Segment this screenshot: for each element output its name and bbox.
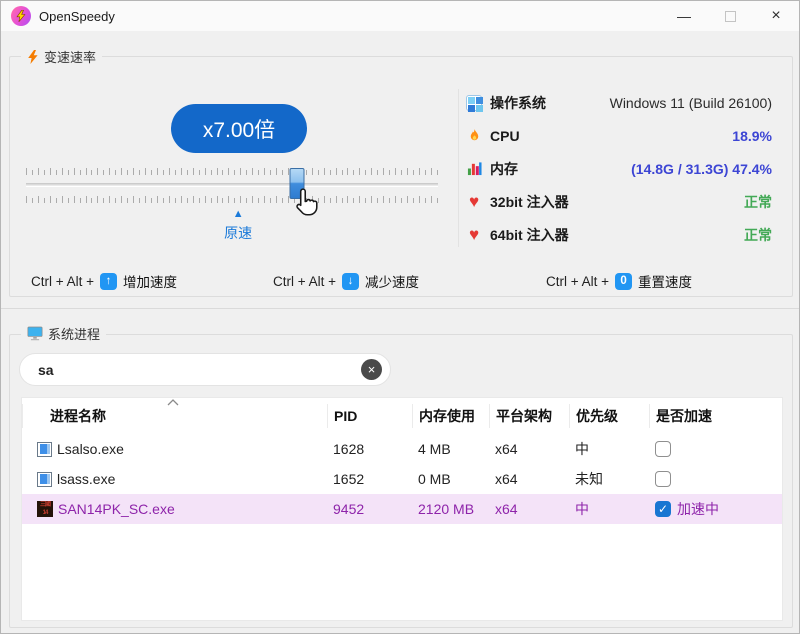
info-row-injector32: ♥ 32bit 注入器 正常 (464, 185, 772, 218)
injector64-status: 正常 (744, 226, 772, 243)
table-row-selected[interactable]: 三國14 SAN14PK_SC.exe 9452 2120 MB x64 中 加… (22, 494, 782, 524)
hotkey-action: 减少速度 (365, 275, 420, 290)
panel-divider (1, 308, 799, 309)
sort-ascending-icon[interactable] (167, 399, 179, 406)
exe-icon (37, 471, 52, 487)
close-button[interactable]: × (753, 1, 799, 31)
process-arch: x64 (495, 501, 518, 517)
injector32-status: 正常 (744, 193, 772, 210)
exe-icon (37, 441, 52, 457)
injector32-label: 32bit 注入器 (490, 193, 569, 210)
minimize-button[interactable]: — (661, 1, 707, 31)
process-memory: 4 MB (418, 441, 451, 457)
slider-ticks-top (26, 168, 438, 175)
column-header-memory[interactable]: 内存使用 (412, 404, 489, 428)
hotkey-prefix: Ctrl + Alt + (31, 273, 95, 289)
accelerate-label: 加速中 (677, 501, 719, 517)
info-divider (458, 89, 459, 247)
flame-icon (464, 128, 484, 144)
hotkey-prefix: Ctrl + Alt + (546, 273, 610, 289)
accelerate-checkbox[interactable] (655, 441, 671, 457)
process-group-label: 系统进程 (21, 324, 107, 343)
table-row[interactable]: Lsalso.exe 1628 4 MB x64 中 (22, 434, 782, 464)
hand-cursor-icon (293, 187, 320, 223)
arrow-up-key-icon: ↑ (100, 272, 118, 290)
hotkey-decrease: Ctrl + Alt + ↓ 减少速度 (273, 271, 419, 291)
process-arch: x64 (495, 441, 518, 457)
info-row-cpu: CPU 18.9% (464, 120, 772, 153)
system-info-panel: 操作系统 Windows 11 (Build 26100) CPU 18.9% … (464, 87, 772, 251)
monitor-icon (27, 326, 43, 341)
column-header-pid[interactable]: PID (327, 404, 412, 428)
app-window: OpenSpeedy — × 变速速率 x7.00倍 ▲ 原速 操作系统 Win… (0, 0, 800, 634)
heart-icon: ♥ (468, 225, 480, 245)
process-memory: 2120 MB (418, 501, 475, 517)
process-priority: 未知 (575, 471, 603, 487)
process-priority: 中 (575, 501, 589, 517)
process-memory: 0 MB (418, 471, 451, 487)
column-header-priority[interactable]: 优先级 (569, 404, 649, 428)
app-logo-icon (11, 6, 31, 26)
process-pid: 9452 (333, 501, 365, 517)
hotkey-increase: Ctrl + Alt + ↑ 增加速度 (31, 271, 177, 291)
process-arch: x64 (495, 471, 518, 487)
origin-speed-marker[interactable]: ▲ 原速 (218, 209, 258, 243)
info-row-os: 操作系统 Windows 11 (Build 26100) (464, 87, 772, 120)
maximize-icon (724, 10, 736, 22)
os-label: 操作系统 (490, 95, 546, 112)
speed-slider[interactable] (26, 166, 438, 216)
process-name: SAN14PK_SC.exe (58, 501, 175, 517)
process-group-title: 系统进程 (48, 327, 101, 342)
origin-arrow-icon: ▲ (232, 208, 244, 220)
hotkey-reset: Ctrl + Alt + 0 重置速度 (546, 271, 692, 291)
search-input[interactable] (38, 361, 361, 378)
os-value: Windows 11 (Build 26100) (609, 95, 772, 112)
close-icon: × (771, 7, 781, 24)
zero-key-icon: 0 (615, 272, 633, 290)
memory-label: 内存 (490, 160, 518, 177)
os-icon (466, 95, 483, 112)
hotkey-action: 增加速度 (123, 275, 178, 290)
speed-group-title: 变速速率 (44, 50, 97, 65)
column-header-name[interactable]: 进程名称 (22, 404, 327, 428)
memory-value: (14.8G / 31.3G) 47.4% (631, 160, 772, 177)
search-clear-button[interactable]: × (361, 359, 382, 380)
injector64-label: 64bit 注入器 (490, 226, 569, 243)
process-pid: 1628 (333, 441, 365, 457)
table-row[interactable]: lsass.exe 1652 0 MB x64 未知 (22, 464, 782, 494)
slider-track[interactable] (26, 183, 438, 187)
window-title: OpenSpeedy (39, 8, 115, 24)
process-priority: 中 (575, 441, 589, 457)
process-table: 进程名称 PID 内存使用 平台架构 优先级 是否加速 Lsalso.exe 1… (21, 397, 783, 621)
process-pid: 1652 (333, 471, 365, 487)
hotkey-action: 重置速度 (638, 275, 693, 290)
game-icon: 三國 14 (37, 501, 53, 517)
heart-icon: ♥ (468, 192, 480, 212)
column-header-arch[interactable]: 平台架构 (489, 404, 569, 428)
hotkey-prefix: Ctrl + Alt + (273, 273, 337, 289)
column-header-accelerate[interactable]: 是否加速 (649, 404, 784, 428)
process-name: Lsalso.exe (57, 441, 124, 457)
info-row-memory: 内存 (14.8G / 31.3G) 47.4% (464, 153, 772, 186)
memory-icon (464, 161, 484, 176)
titlebar: OpenSpeedy — × (1, 1, 799, 31)
slider-ticks-bottom (26, 196, 438, 203)
table-header: 进程名称 PID 内存使用 平台架构 优先级 是否加速 (22, 398, 782, 434)
lightning-icon (28, 49, 38, 64)
origin-speed-label: 原速 (224, 225, 253, 241)
maximize-button[interactable] (707, 1, 753, 31)
arrow-down-key-icon: ↓ (342, 272, 360, 290)
cpu-value: 18.9% (732, 128, 772, 145)
process-name: lsass.exe (57, 471, 116, 487)
accelerate-checkbox[interactable] (655, 501, 671, 517)
info-row-injector64: ♥ 64bit 注入器 正常 (464, 218, 772, 251)
accelerate-checkbox[interactable] (655, 471, 671, 487)
speed-value-button[interactable]: x7.00倍 (171, 104, 307, 153)
speed-group-label: 变速速率 (21, 47, 103, 66)
cpu-label: CPU (490, 128, 520, 145)
process-search-box: × (19, 353, 391, 386)
